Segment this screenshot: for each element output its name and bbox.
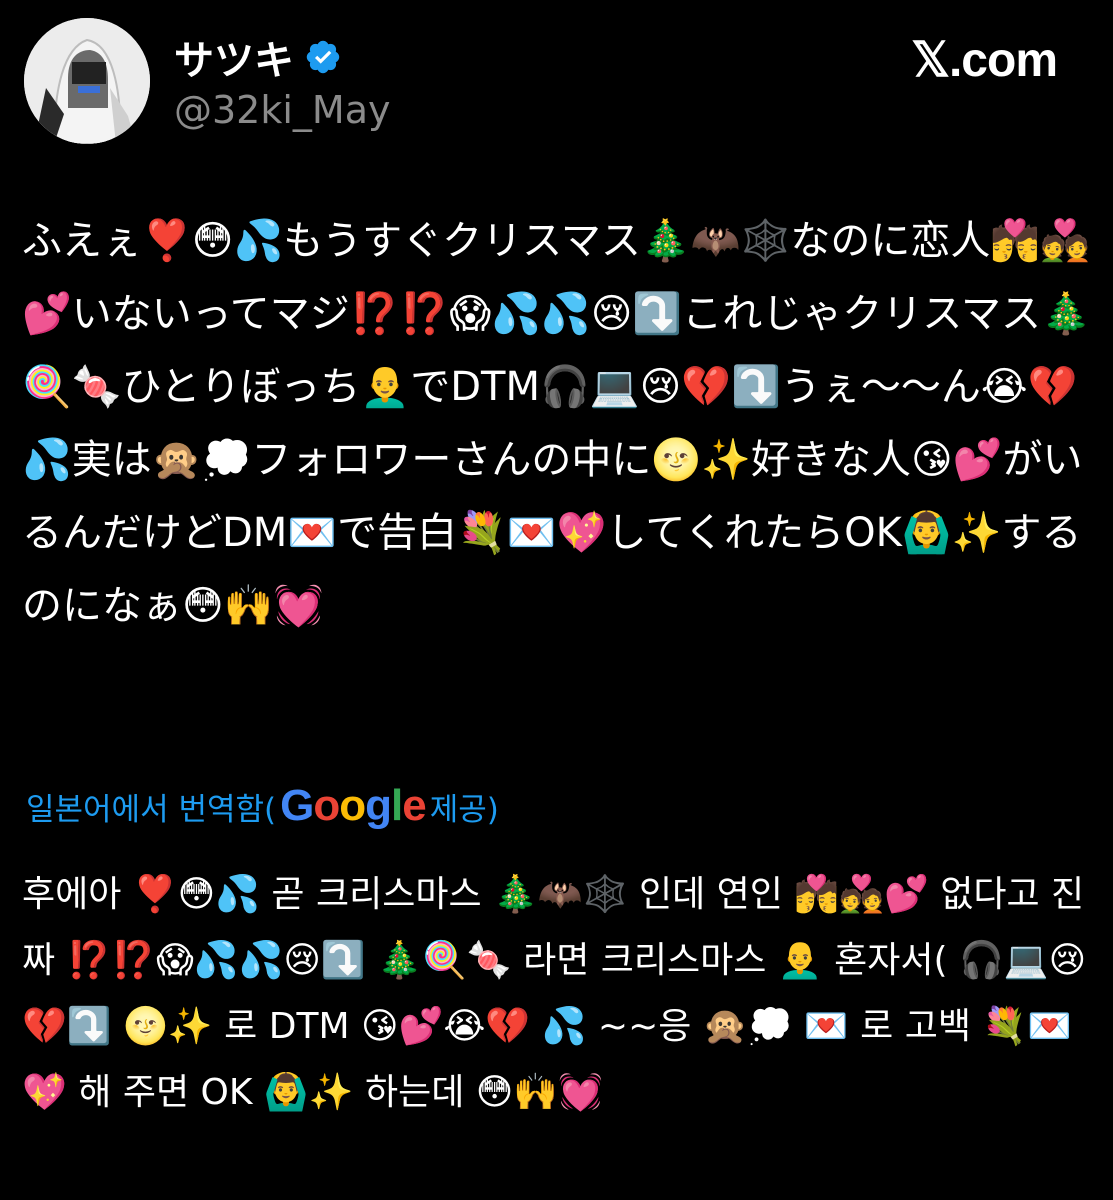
avatar[interactable]	[24, 18, 150, 144]
verified-badge-icon	[306, 40, 340, 74]
tweet-text: ふえぇ❣️😳💦もうすぐクリスマス🎄🦇🕸️なのに恋人💏💑💕いないってマジ⁉️⁉️😱…	[22, 218, 1091, 629]
translation-label-prefix: 일본어에서 번역함(	[26, 791, 277, 828]
google-logo: Google	[280, 781, 427, 830]
translation-label[interactable]: 일본어에서 번역함( Google 제공)	[26, 780, 499, 832]
display-name[interactable]: サツキ	[174, 28, 294, 86]
avatar-image	[24, 18, 150, 144]
translation-label-suffix: 제공)	[429, 791, 499, 828]
x-logo[interactable]: 𝕏.com	[911, 32, 1058, 88]
translated-text: 후에아 ❣️😳💦 곧 크리스마스 🎄🦇🕸️ 인데 연인 💏💑💕 없다고 진짜 ⁉…	[22, 874, 1087, 1113]
tweet-header: サツキ @32ki_May 𝕏.com	[24, 18, 1089, 148]
handle[interactable]: @32ki_May	[174, 88, 390, 132]
